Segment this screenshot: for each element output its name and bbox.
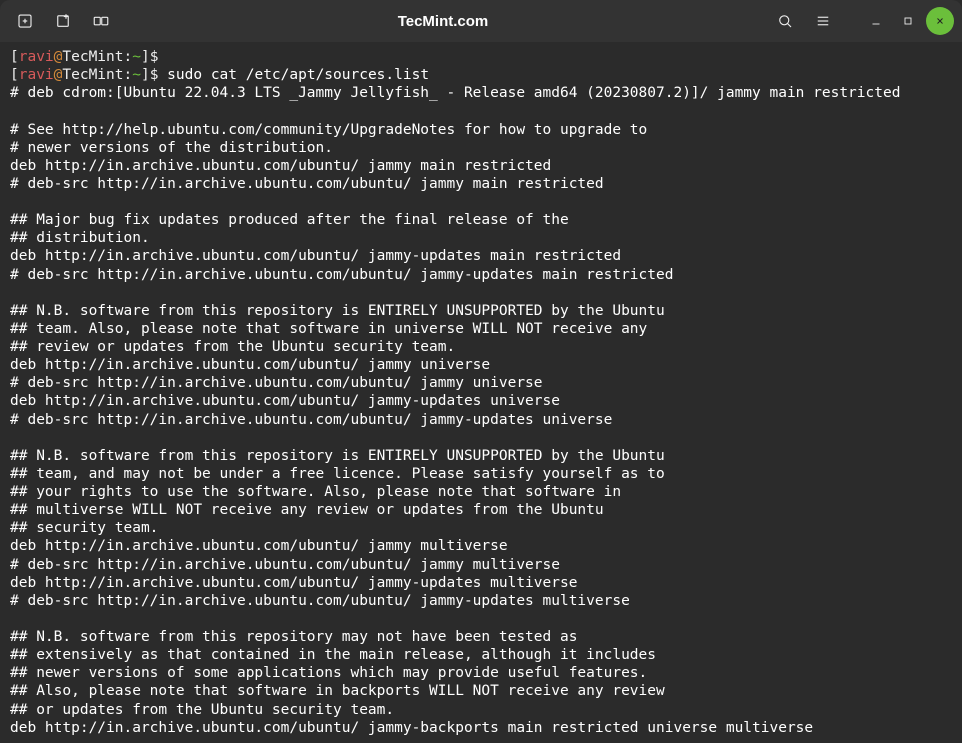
titlebar-left-controls [8, 5, 118, 37]
output-line: # See http://help.ubuntu.com/community/U… [10, 121, 952, 139]
terminal-output[interactable]: [ravi@TecMint:~]$ [ravi@TecMint:~]$ sudo… [0, 42, 962, 743]
new-window-button[interactable] [46, 5, 80, 37]
titlebar-right-controls [768, 5, 954, 37]
search-icon [776, 12, 794, 30]
output-line: ## newer versions of some applications w… [10, 664, 952, 682]
command-text: sudo cat /etc/apt/sources.list [167, 67, 429, 83]
split-icon [92, 12, 110, 30]
command-output: # deb cdrom:[Ubuntu 22.04.3 LTS _Jammy J… [10, 84, 952, 737]
output-line: ## security team. [10, 519, 952, 537]
output-line: ## or updates from the Ubuntu security t… [10, 701, 952, 719]
output-line [10, 193, 952, 211]
output-line: deb http://in.archive.ubuntu.com/ubuntu/… [10, 574, 952, 592]
output-line: ## Also, please note that software in ba… [10, 682, 952, 700]
maximize-icon [902, 15, 914, 27]
output-line: deb http://in.archive.ubuntu.com/ubuntu/… [10, 356, 952, 374]
hamburger-icon [814, 12, 832, 30]
output-line: ## team, and may not be under a free lic… [10, 465, 952, 483]
output-line: # deb-src http://in.archive.ubuntu.com/u… [10, 592, 952, 610]
output-line: deb http://in.archive.ubuntu.com/ubuntu/… [10, 247, 952, 265]
output-line: # deb-src http://in.archive.ubuntu.com/u… [10, 556, 952, 574]
output-line: # deb-src http://in.archive.ubuntu.com/u… [10, 175, 952, 193]
output-line: deb http://in.archive.ubuntu.com/ubuntu/… [10, 719, 952, 737]
window-title: TecMint.com [118, 13, 768, 30]
output-line: ## your rights to use the software. Also… [10, 483, 952, 501]
output-line: ## multiverse WILL NOT receive any revie… [10, 501, 952, 519]
prompt-line: [ravi@TecMint:~]$ sudo cat /etc/apt/sour… [10, 66, 952, 84]
window-titlebar: TecMint.com [0, 0, 962, 42]
output-line: ## extensively as that contained in the … [10, 646, 952, 664]
output-line: ## N.B. software from this repository is… [10, 447, 952, 465]
prompt-line: [ravi@TecMint:~]$ [10, 48, 952, 66]
output-line: deb http://in.archive.ubuntu.com/ubuntu/… [10, 537, 952, 555]
output-line: ## N.B. software from this repository ma… [10, 628, 952, 646]
close-icon [934, 15, 946, 27]
close-button[interactable] [926, 7, 954, 35]
output-line: ## review or updates from the Ubuntu sec… [10, 338, 952, 356]
search-button[interactable] [768, 5, 802, 37]
new-tab-button[interactable] [8, 5, 42, 37]
output-line: # deb cdrom:[Ubuntu 22.04.3 LTS _Jammy J… [10, 84, 952, 102]
split-terminal-button[interactable] [84, 5, 118, 37]
new-window-icon [54, 12, 72, 30]
output-line [10, 429, 952, 447]
maximize-button[interactable] [894, 7, 922, 35]
output-line: deb http://in.archive.ubuntu.com/ubuntu/… [10, 157, 952, 175]
output-line: deb http://in.archive.ubuntu.com/ubuntu/… [10, 392, 952, 410]
output-line: ## Major bug fix updates produced after … [10, 211, 952, 229]
output-line [10, 284, 952, 302]
output-line [10, 610, 952, 628]
plus-square-icon [16, 12, 34, 30]
output-line: # deb-src http://in.archive.ubuntu.com/u… [10, 374, 952, 392]
output-line: ## team. Also, please note that software… [10, 320, 952, 338]
minimize-button[interactable] [862, 7, 890, 35]
output-line: # deb-src http://in.archive.ubuntu.com/u… [10, 411, 952, 429]
output-line: # newer versions of the distribution. [10, 139, 952, 157]
minimize-icon [870, 15, 882, 27]
menu-button[interactable] [806, 5, 840, 37]
output-line: # deb-src http://in.archive.ubuntu.com/u… [10, 266, 952, 284]
output-line: ## distribution. [10, 229, 952, 247]
output-line [10, 102, 952, 120]
output-line: ## N.B. software from this repository is… [10, 302, 952, 320]
